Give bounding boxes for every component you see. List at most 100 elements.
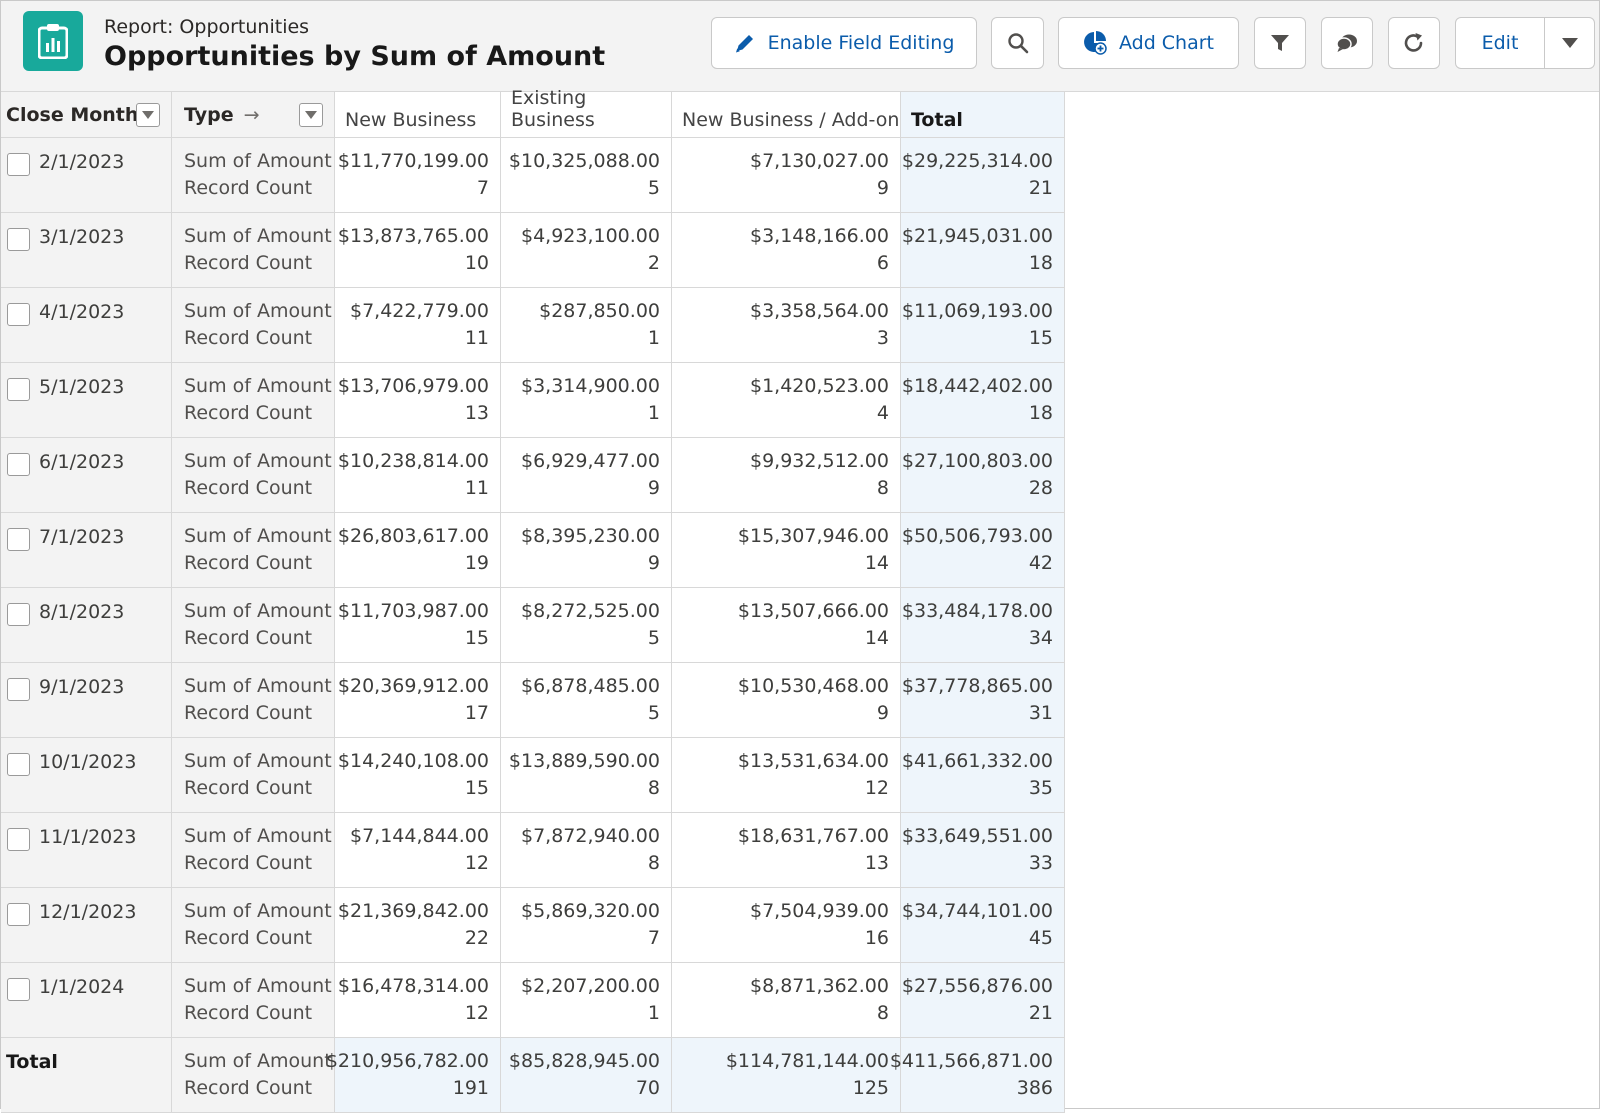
existing-business-count[interactable]: 5	[648, 702, 660, 724]
new-business-addon-count[interactable]: 3	[877, 327, 889, 349]
row-total-amount[interactable]: $41,661,332.00	[902, 750, 1053, 772]
existing-business-count[interactable]: 2	[648, 252, 660, 274]
new-business-addon-amount[interactable]: $7,130,027.00	[750, 150, 889, 172]
row-checkbox[interactable]	[7, 678, 30, 701]
row-total-count[interactable]: 34	[1029, 627, 1053, 649]
new-business-count[interactable]: 17	[465, 702, 489, 724]
new-business-amount[interactable]: $21,369,842.00	[338, 900, 489, 922]
column-header-total[interactable]: Total	[901, 92, 1065, 138]
row-total-amount[interactable]: $33,484,178.00	[902, 600, 1053, 622]
column-header-close-month[interactable]: Close Month	[1, 92, 172, 138]
new-business-addon-amount[interactable]: $8,871,362.00	[750, 975, 889, 997]
new-business-addon-amount[interactable]: $3,358,564.00	[750, 300, 889, 322]
row-checkbox[interactable]	[7, 453, 30, 476]
existing-business-amount[interactable]: $13,889,590.00	[509, 750, 660, 772]
new-business-count[interactable]: 7	[477, 177, 489, 199]
row-total-amount[interactable]: $18,442,402.00	[902, 375, 1053, 397]
new-business-amount[interactable]: $16,478,314.00	[338, 975, 489, 997]
new-business-addon-count[interactable]: 4	[877, 402, 889, 424]
new-business-addon-amount[interactable]: $9,932,512.00	[750, 450, 889, 472]
row-total-amount[interactable]: $33,649,551.00	[902, 825, 1053, 847]
existing-business-count[interactable]: 9	[648, 552, 660, 574]
existing-business-amount[interactable]: $4,923,100.00	[521, 225, 660, 247]
row-total-count[interactable]: 21	[1029, 1002, 1053, 1024]
row-total-count[interactable]: 33	[1029, 852, 1053, 874]
new-business-addon-count[interactable]: 14	[865, 552, 889, 574]
existing-business-amount[interactable]: $6,929,477.00	[521, 450, 660, 472]
new-business-count[interactable]: 15	[465, 627, 489, 649]
new-business-amount[interactable]: $7,422,779.00	[350, 300, 489, 322]
chat-button[interactable]	[1321, 17, 1373, 69]
row-total-count[interactable]: 28	[1029, 477, 1053, 499]
new-business-addon-count[interactable]: 16	[865, 927, 889, 949]
new-business-addon-count[interactable]: 12	[865, 777, 889, 799]
existing-business-count[interactable]: 1	[648, 402, 660, 424]
new-business-count[interactable]: 11	[465, 477, 489, 499]
existing-business-count[interactable]: 9	[648, 477, 660, 499]
row-checkbox[interactable]	[7, 978, 30, 1001]
column-header-new-business[interactable]: New Business	[335, 92, 501, 138]
existing-business-count[interactable]: 5	[648, 177, 660, 199]
edit-menu-button[interactable]	[1545, 18, 1594, 68]
new-business-addon-amount[interactable]: $114,781,144.00	[726, 1050, 889, 1072]
type-dropdown-icon[interactable]	[299, 103, 323, 127]
enable-field-editing-button[interactable]: Enable Field Editing	[711, 17, 977, 69]
existing-business-count[interactable]: 1	[648, 1002, 660, 1024]
row-total-count[interactable]: 18	[1029, 252, 1053, 274]
row-total-count[interactable]: 42	[1029, 552, 1053, 574]
new-business-amount[interactable]: $11,770,199.00	[338, 150, 489, 172]
new-business-count[interactable]: 191	[453, 1077, 489, 1099]
new-business-addon-amount[interactable]: $13,531,634.00	[738, 750, 889, 772]
existing-business-amount[interactable]: $6,878,485.00	[521, 675, 660, 697]
new-business-addon-count[interactable]: 125	[853, 1077, 889, 1099]
row-checkbox[interactable]	[7, 828, 30, 851]
new-business-addon-count[interactable]: 8	[877, 477, 889, 499]
new-business-addon-count[interactable]: 9	[877, 177, 889, 199]
row-total-count[interactable]: 15	[1029, 327, 1053, 349]
new-business-count[interactable]: 15	[465, 777, 489, 799]
filter-button[interactable]	[1254, 17, 1306, 69]
new-business-count[interactable]: 19	[465, 552, 489, 574]
refresh-button[interactable]	[1388, 17, 1440, 69]
new-business-amount[interactable]: $11,703,987.00	[338, 600, 489, 622]
new-business-amount[interactable]: $14,240,108.00	[338, 750, 489, 772]
existing-business-count[interactable]: 8	[648, 852, 660, 874]
new-business-addon-amount[interactable]: $7,504,939.00	[750, 900, 889, 922]
row-total-count[interactable]: 35	[1029, 777, 1053, 799]
row-total-amount[interactable]: $50,506,793.00	[902, 525, 1053, 547]
row-total-amount[interactable]: $27,100,803.00	[902, 450, 1053, 472]
existing-business-amount[interactable]: $287,850.00	[539, 300, 660, 322]
new-business-addon-amount[interactable]: $1,420,523.00	[750, 375, 889, 397]
row-total-amount[interactable]: $27,556,876.00	[902, 975, 1053, 997]
existing-business-amount[interactable]: $3,314,900.00	[521, 375, 660, 397]
existing-business-count[interactable]: 1	[648, 327, 660, 349]
new-business-amount[interactable]: $210,956,782.00	[326, 1050, 489, 1072]
new-business-count[interactable]: 12	[465, 852, 489, 874]
new-business-count[interactable]: 22	[465, 927, 489, 949]
existing-business-amount[interactable]: $85,828,945.00	[509, 1050, 660, 1072]
row-total-count[interactable]: 45	[1029, 927, 1053, 949]
row-total-count[interactable]: 21	[1029, 177, 1053, 199]
row-checkbox[interactable]	[7, 603, 30, 626]
row-checkbox[interactable]	[7, 153, 30, 176]
column-header-existing-business[interactable]: Existing Business	[501, 87, 672, 138]
new-business-amount[interactable]: $7,144,844.00	[350, 825, 489, 847]
row-total-amount[interactable]: $11,069,193.00	[902, 300, 1053, 322]
new-business-addon-count[interactable]: 14	[865, 627, 889, 649]
row-total-count[interactable]: 386	[1017, 1077, 1053, 1099]
existing-business-amount[interactable]: $10,325,088.00	[509, 150, 660, 172]
row-checkbox[interactable]	[7, 228, 30, 251]
add-chart-button[interactable]: Add Chart	[1058, 17, 1239, 69]
new-business-amount[interactable]: $13,706,979.00	[338, 375, 489, 397]
new-business-addon-count[interactable]: 8	[877, 1002, 889, 1024]
new-business-addon-amount[interactable]: $13,507,666.00	[738, 600, 889, 622]
row-total-amount[interactable]: $411,566,871.00	[890, 1050, 1053, 1072]
existing-business-amount[interactable]: $8,272,525.00	[521, 600, 660, 622]
new-business-count[interactable]: 10	[465, 252, 489, 274]
new-business-addon-amount[interactable]: $10,530,468.00	[738, 675, 889, 697]
existing-business-amount[interactable]: $7,872,940.00	[521, 825, 660, 847]
new-business-addon-amount[interactable]: $3,148,166.00	[750, 225, 889, 247]
new-business-addon-count[interactable]: 9	[877, 702, 889, 724]
new-business-count[interactable]: 13	[465, 402, 489, 424]
row-checkbox[interactable]	[7, 903, 30, 926]
